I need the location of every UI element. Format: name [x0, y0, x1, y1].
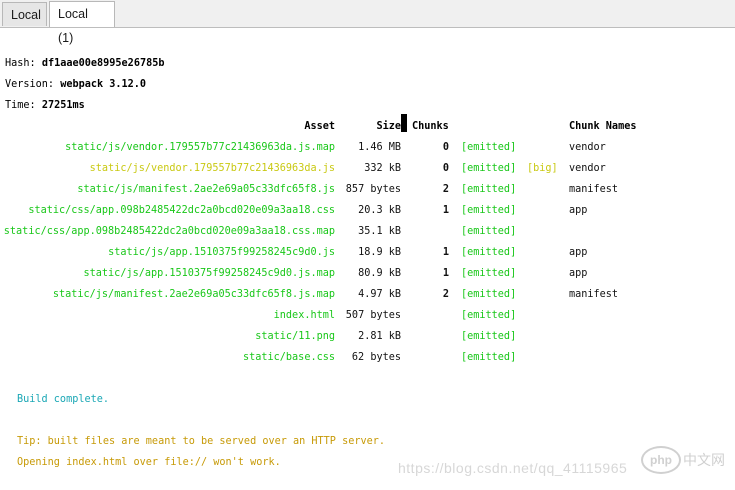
asset-status: [emitted]: [461, 205, 517, 216]
terminal-cursor: [401, 114, 407, 132]
asset-name: static/js/app.1510375f99258245c9d0.js: [108, 247, 335, 258]
asset-size: 332 kB: [364, 163, 401, 174]
tip-message: Tip: built files are meant to be served …: [17, 436, 386, 447]
asset-name: static/css/app.098b2485422dc2a0bcd020e09…: [28, 205, 335, 216]
asset-chunk-name: manifest: [569, 184, 619, 195]
tab-bar: Local Local (1): [0, 0, 735, 45]
tab-local[interactable]: Local: [2, 2, 47, 26]
version-label: Version:: [5, 79, 61, 90]
asset-size: 857 bytes: [345, 184, 401, 195]
asset-chunk: 2: [442, 289, 449, 300]
column-header-size: Size: [376, 121, 401, 132]
column-header-asset: Asset: [304, 121, 335, 132]
asset-size: 62 bytes: [351, 352, 401, 363]
tab-local-1[interactable]: Local (1): [49, 1, 115, 45]
watermark-logo-text: 中文网: [683, 452, 725, 468]
asset-size: 20.3 kB: [358, 205, 401, 216]
terminal-output: Hash: df1aae00e8995e26785b Version: webp…: [0, 28, 735, 490]
asset-status: [emitted]: [461, 226, 517, 237]
php-logo-icon: php: [641, 446, 681, 474]
asset-name: static/js/manifest.2ae2e69a05c33dfc65f8.…: [52, 289, 335, 300]
asset-status: [emitted]: [461, 163, 517, 174]
asset-status: [emitted]: [461, 331, 517, 342]
asset-name: static/js/vendor.179557b77c21436963da.js: [89, 163, 335, 174]
asset-chunk-name: app: [569, 247, 588, 258]
asset-status: [emitted]: [461, 247, 517, 258]
asset-chunk-name: manifest: [569, 289, 619, 300]
asset-status: [emitted]: [461, 142, 517, 153]
build-complete-message: Build complete.: [17, 394, 110, 405]
asset-size: 1.46 MB: [358, 142, 401, 153]
asset-chunk: 2: [442, 184, 449, 195]
column-header-chunks: Chunks: [412, 121, 449, 132]
asset-chunk: 0: [442, 163, 449, 174]
time-line: Time: 27251ms: [5, 100, 85, 111]
asset-name: static/css/app.098b2485422dc2a0bcd020e09…: [3, 226, 335, 237]
asset-status: [emitted]: [461, 310, 517, 321]
asset-status: [emitted]: [461, 289, 517, 300]
asset-name: index.html: [273, 310, 335, 321]
file-warning-message: Opening index.html over file:// won't wo…: [17, 457, 281, 468]
asset-chunk-name: vendor: [569, 142, 606, 153]
asset-chunk: 0: [442, 142, 449, 153]
asset-size: 2.81 kB: [358, 331, 401, 342]
asset-chunk: 1: [442, 268, 449, 279]
asset-name: static/js/vendor.179557b77c21436963da.js…: [65, 142, 335, 153]
time-label: Time:: [5, 100, 42, 111]
asset-size: 80.9 kB: [358, 268, 401, 279]
asset-name: static/js/app.1510375f99258245c9d0.js.ma…: [83, 268, 335, 279]
asset-chunk-name: app: [569, 205, 588, 216]
asset-flag: [big]: [527, 163, 558, 174]
watermark-logo: php 中文网: [641, 444, 735, 476]
column-header-chunk-names: Chunk Names: [569, 121, 637, 132]
asset-size: 35.1 kB: [358, 226, 401, 237]
version-line: Version: webpack 3.12.0: [5, 79, 146, 90]
asset-name: static/base.css: [242, 352, 335, 363]
watermark-url: https://blog.csdn.net/qq_41115965: [398, 460, 628, 476]
asset-status: [emitted]: [461, 268, 517, 279]
asset-size: 507 bytes: [345, 310, 401, 321]
version-value: webpack 3.12.0: [60, 79, 147, 90]
hash-value: df1aae00e8995e26785b: [41, 58, 165, 69]
asset-size: 18.9 kB: [358, 247, 401, 258]
asset-status: [emitted]: [461, 184, 517, 195]
time-value: 27251ms: [41, 100, 85, 111]
asset-chunk-name: vendor: [569, 163, 606, 174]
asset-name: static/js/manifest.2ae2e69a05c33dfc65f8.…: [77, 184, 335, 195]
asset-name: static/11.png: [255, 331, 335, 342]
asset-chunk: 1: [442, 247, 449, 258]
asset-status: [emitted]: [461, 352, 517, 363]
asset-size: 4.97 kB: [358, 289, 401, 300]
hash-line: Hash: df1aae00e8995e26785b: [5, 58, 164, 69]
asset-chunk: 1: [442, 205, 449, 216]
hash-label: Hash:: [5, 58, 42, 69]
asset-chunk-name: app: [569, 268, 588, 279]
